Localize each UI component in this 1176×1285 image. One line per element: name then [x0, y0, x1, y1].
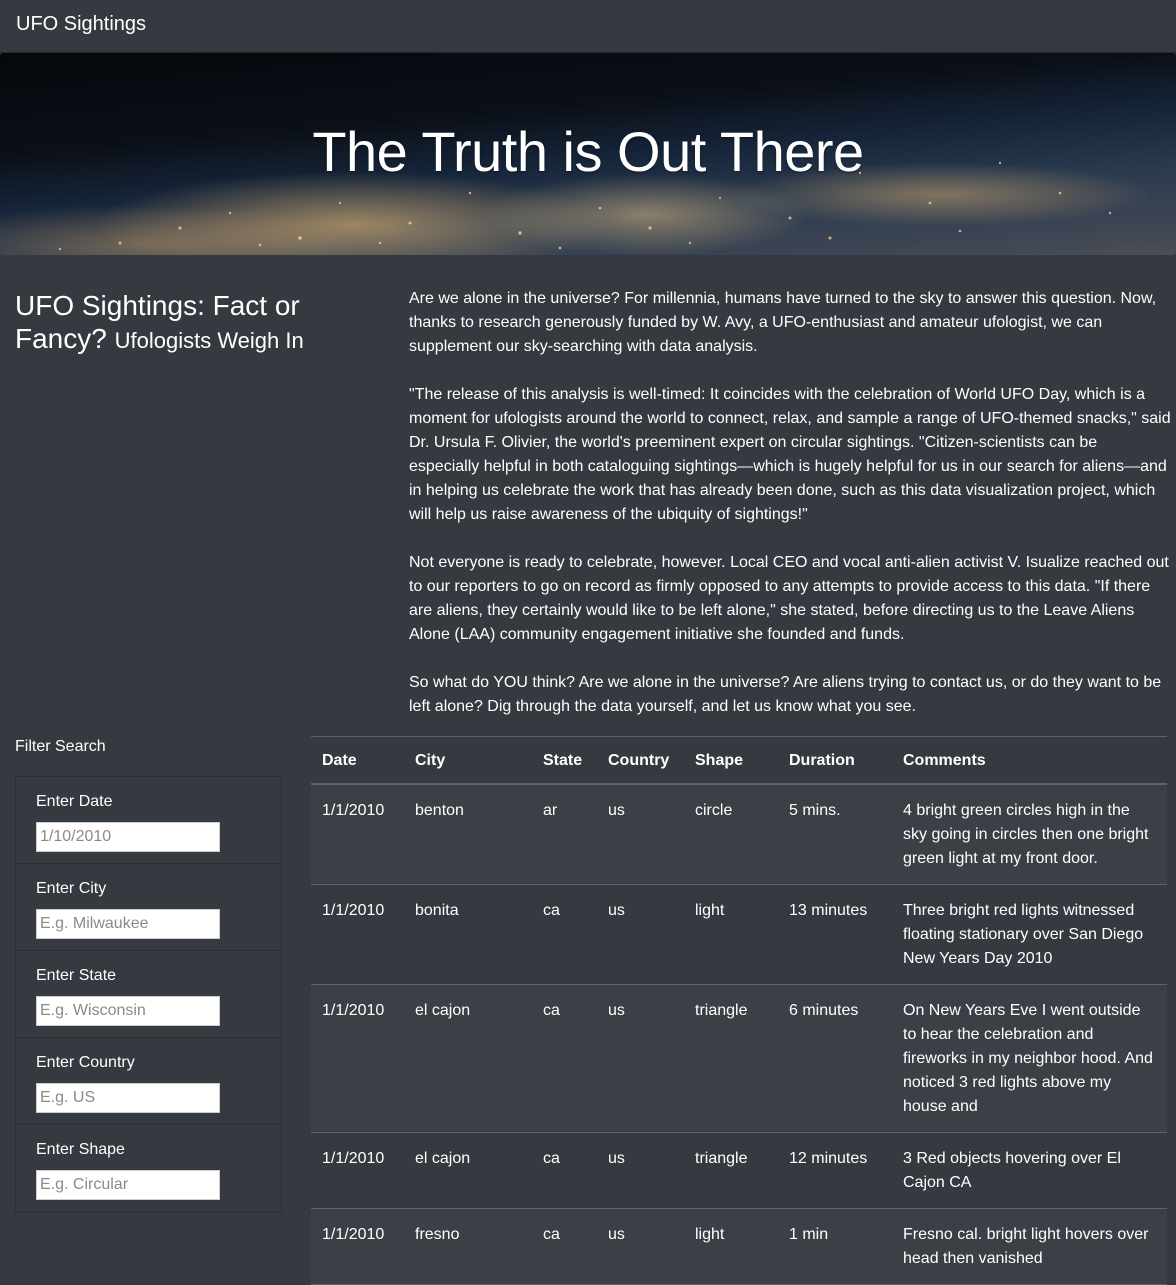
date-filter-label: Enter Date	[36, 793, 113, 810]
cell-duration: 13 minutes	[778, 884, 892, 985]
state-filter-input[interactable]	[36, 996, 220, 1026]
column-header-comments: Comments	[892, 736, 1167, 785]
article-heading: UFO Sightings: Fact or Fancy? Ufologists…	[15, 289, 315, 357]
table-header-row: Date City State Country Shape Duration C…	[311, 736, 1167, 785]
cell-shape: light	[684, 884, 778, 985]
filter-item-city: Enter City	[16, 864, 281, 951]
table-header: Date City State Country Shape Duration C…	[311, 736, 1167, 785]
article-subtitle: Ufologists Weigh In	[114, 328, 304, 353]
cell-duration: 1 min	[778, 1208, 892, 1285]
country-filter-label: Enter Country	[36, 1054, 135, 1071]
cell-city: el cajon	[404, 984, 532, 1133]
cell-city: el cajon	[404, 1132, 532, 1209]
shape-filter-input[interactable]	[36, 1170, 220, 1200]
table-body: 1/1/2010 benton ar us circle 5 mins. 4 b…	[311, 784, 1167, 1285]
filter-item-state: Enter State	[16, 951, 281, 1038]
city-filter-label: Enter City	[36, 880, 107, 897]
navbar: UFO Sightings	[0, 0, 1176, 53]
column-header-country: Country	[597, 736, 684, 785]
shape-filter-label: Enter Shape	[36, 1141, 125, 1158]
table-row: 1/1/2010 fresno ca us light 1 min Fresno…	[311, 1208, 1167, 1285]
cell-date: 1/1/2010	[311, 984, 404, 1133]
table-row: 1/1/2010 benton ar us circle 5 mins. 4 b…	[311, 784, 1167, 885]
table-row: 1/1/2010 bonita ca us light 13 minutes T…	[311, 884, 1167, 985]
cell-state: ca	[532, 884, 597, 985]
article-paragraph: Not everyone is ready to celebrate, howe…	[409, 554, 1169, 643]
cell-shape: triangle	[684, 984, 778, 1133]
city-filter-input[interactable]	[36, 909, 220, 939]
column-header-state: State	[532, 736, 597, 785]
filter-panel: Enter Date Enter City Enter State Enter …	[15, 776, 282, 1212]
hero-title: The Truth is Out There	[312, 120, 864, 183]
article-paragraph: "The release of this analysis is well-ti…	[409, 386, 1171, 523]
filter-item-country: Enter Country	[16, 1038, 281, 1125]
hero-banner: The Truth is Out There	[0, 53, 1176, 255]
cell-duration: 12 minutes	[778, 1132, 892, 1209]
cell-state: ca	[532, 1132, 597, 1209]
column-header-shape: Shape	[684, 736, 778, 785]
cell-duration: 5 mins.	[778, 784, 892, 885]
article-paragraph: Are we alone in the universe? For millen…	[409, 290, 1157, 355]
cell-comments: Three bright red lights witnessed floati…	[892, 884, 1167, 985]
cell-comments: On New Years Eve I went outside to hear …	[892, 984, 1167, 1133]
sightings-table-container: Date City State Country Shape Duration C…	[311, 736, 1167, 1285]
cell-country: us	[597, 884, 684, 985]
cell-duration: 6 minutes	[778, 984, 892, 1133]
sightings-table: Date City State Country Shape Duration C…	[311, 736, 1167, 1285]
column-header-city: City	[404, 736, 532, 785]
article-section: UFO Sightings: Fact or Fancy? Ufologists…	[0, 255, 1176, 730]
cell-date: 1/1/2010	[311, 1208, 404, 1285]
cell-state: ca	[532, 1208, 597, 1285]
state-filter-label: Enter State	[36, 967, 117, 984]
filter-item-shape: Enter Shape	[16, 1125, 281, 1211]
cell-date: 1/1/2010	[311, 884, 404, 985]
cell-country: us	[597, 1208, 684, 1285]
cell-city: benton	[404, 784, 532, 885]
country-filter-input[interactable]	[36, 1083, 220, 1113]
cell-shape: light	[684, 1208, 778, 1285]
table-row: 1/1/2010 el cajon ca us triangle 12 minu…	[311, 1132, 1167, 1209]
cell-city: fresno	[404, 1208, 532, 1285]
cell-city: bonita	[404, 884, 532, 985]
cell-comments: 3 Red objects hovering over El Cajon CA	[892, 1132, 1167, 1209]
cell-comments: 4 bright green circles high in the sky g…	[892, 784, 1167, 885]
article-paragraph: So what do YOU think? Are we alone in th…	[409, 674, 1162, 715]
navbar-brand-link[interactable]: UFO Sightings	[16, 13, 146, 36]
cell-state: ar	[532, 784, 597, 885]
cell-shape: triangle	[684, 1132, 778, 1209]
cell-country: us	[597, 784, 684, 885]
cell-country: us	[597, 984, 684, 1133]
table-row: 1/1/2010 el cajon ca us triangle 6 minut…	[311, 984, 1167, 1133]
cell-date: 1/1/2010	[311, 1132, 404, 1209]
cell-shape: circle	[684, 784, 778, 885]
date-filter-input[interactable]	[36, 822, 220, 852]
filter-item-date: Enter Date	[16, 777, 281, 864]
filter-search-title: Filter Search	[15, 738, 106, 755]
cell-state: ca	[532, 984, 597, 1133]
cell-comments: Fresno cal. bright light hovers over hea…	[892, 1208, 1167, 1285]
article-body: Are we alone in the universe? For millen…	[409, 287, 1171, 743]
column-header-duration: Duration	[778, 736, 892, 785]
column-header-date: Date	[311, 736, 404, 785]
cell-date: 1/1/2010	[311, 784, 404, 885]
cell-country: us	[597, 1132, 684, 1209]
